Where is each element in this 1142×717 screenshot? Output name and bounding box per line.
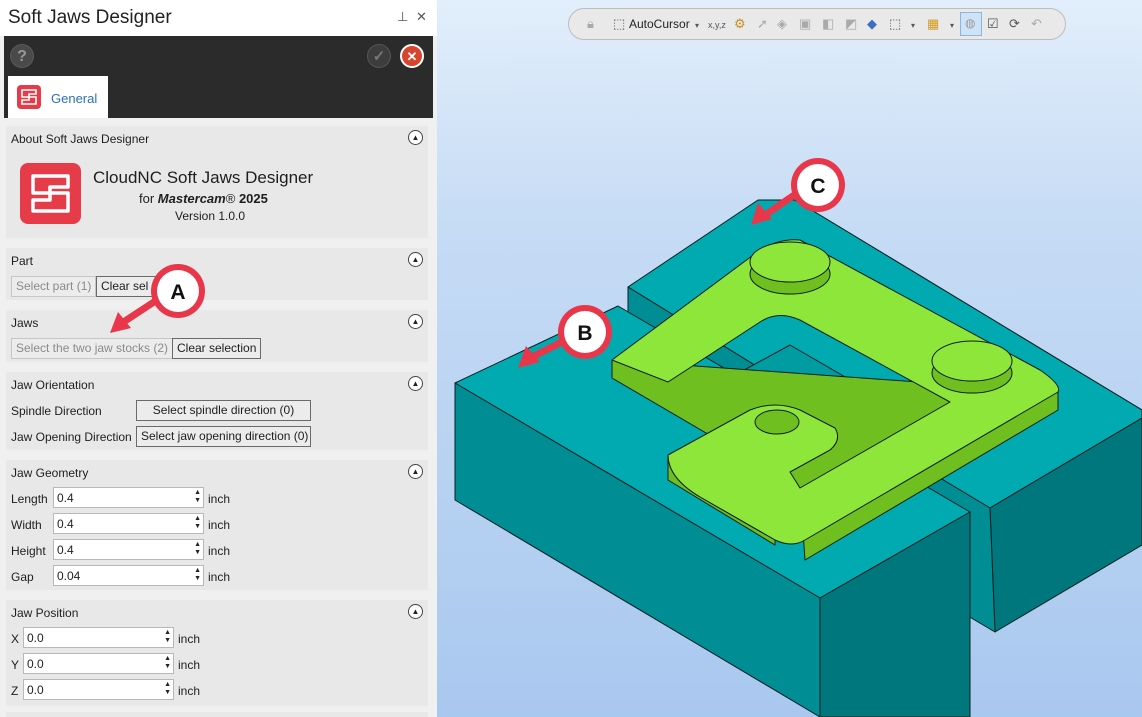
selection-toolbar: 🔒︎ ⬚ AutoCursor ▾ x,y,z ⚙ ➚ ◈ ▣ ◧ ◩ ◆ ⬚ … <box>568 8 1066 40</box>
undo-selection-icon[interactable]: ↶ <box>1031 16 1042 32</box>
settings-gear-icon[interactable]: ⚙ <box>734 16 746 32</box>
boss-right-top <box>931 340 1013 382</box>
autocursor-dropdown-icon[interactable]: ▾ <box>695 21 699 30</box>
vertex-select-icon: ◍ <box>965 16 976 30</box>
boss-left-top <box>749 241 831 283</box>
lock-icon[interactable]: 🔒︎ <box>587 16 594 32</box>
callout-b-letter: B <box>577 322 592 345</box>
area-select-dropdown-icon[interactable]: ▾ <box>950 21 954 30</box>
select-body-icon[interactable]: ▣ <box>799 16 811 32</box>
autocursor-label[interactable]: AutoCursor <box>629 17 690 31</box>
part-hole <box>754 409 800 435</box>
callout-a-layer: A <box>110 264 205 333</box>
select-pointer-icon[interactable]: ➚ <box>757 16 768 32</box>
jaw-scene: B C <box>454 158 1142 717</box>
vertex-select-toggle[interactable]: ◍ <box>960 12 982 36</box>
callout-a-letter: A <box>170 281 185 304</box>
graphics-viewport[interactable]: B C 🔒︎ ⬚ AutoCursor ▾ x,y,z ⚙ ➚ ◈ ▣ ◧ ◩ … <box>437 0 1142 717</box>
area-select-icon[interactable]: ▦ <box>927 16 939 32</box>
refresh-selection-icon[interactable]: ⟳ <box>1009 16 1020 32</box>
window-select-dropdown-icon[interactable]: ▾ <box>911 21 915 30</box>
callout-c-letter: C <box>810 175 825 198</box>
select-solid-icon[interactable]: ◈ <box>777 16 787 32</box>
autocursor-icon[interactable]: ⬚ <box>613 16 625 32</box>
select-solid-color-icon[interactable]: ◆ <box>867 16 877 32</box>
select-face-icon[interactable]: ◧ <box>822 16 834 32</box>
select-edge-icon[interactable]: ◩ <box>845 16 857 32</box>
soft-jaws-panel: Soft Jaws Designer ⊥ ✕ ? ✓ ✕ General Abo… <box>0 0 437 717</box>
callout-a: A <box>110 264 205 333</box>
window-select-icon[interactable]: ⬚ <box>889 16 901 32</box>
xyz-coordinate-icon[interactable]: x,y,z <box>708 20 726 30</box>
verify-selection-icon[interactable]: ☑ <box>987 16 999 32</box>
